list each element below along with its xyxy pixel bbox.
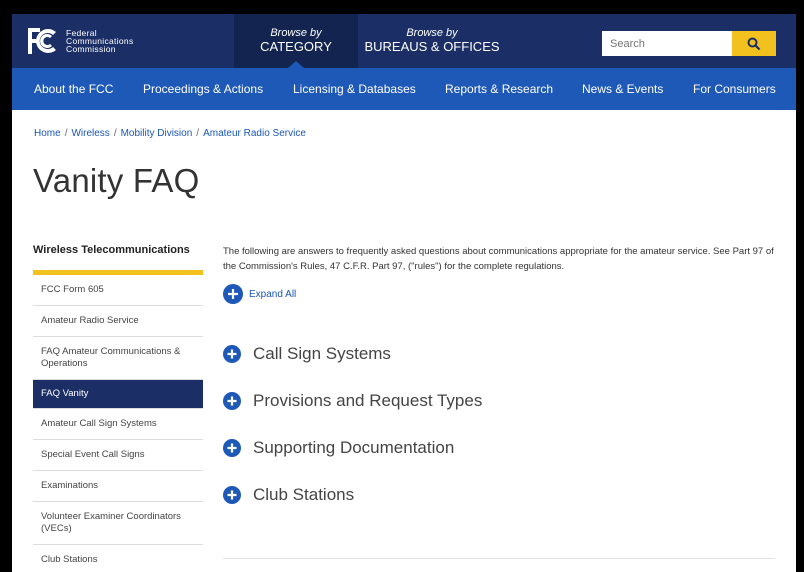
accordion-provisions[interactable]: Provisions and Request Types	[223, 391, 482, 411]
accordion-club-stations[interactable]: Club Stations	[223, 485, 354, 505]
breadcrumb-home[interactable]: Home	[34, 128, 61, 139]
nav-about[interactable]: About the FCC	[34, 82, 113, 96]
browse-category-prefix: Browse by	[270, 27, 322, 39]
search-input[interactable]	[602, 31, 732, 56]
sidebar-item-club-stations[interactable]: Club Stations	[33, 545, 203, 572]
main-nav: About the FCC Proceedings & Actions Lice…	[12, 68, 796, 110]
expand-all-icon	[223, 284, 243, 304]
sidebar-heading[interactable]: Wireless Telecommunications	[33, 238, 203, 275]
sidebar-item-amateur-radio[interactable]: Amateur Radio Service	[33, 306, 203, 337]
nav-consumers[interactable]: For Consumers	[693, 82, 776, 96]
breadcrumb-amateur-radio[interactable]: Amateur Radio Service	[203, 128, 306, 139]
search-icon	[747, 37, 761, 50]
agency-name: Federal Communications Commission	[66, 29, 134, 54]
accordion-title: Club Stations	[253, 485, 355, 504]
page: Federal Communications Commission Browse…	[12, 14, 796, 572]
sidebar-item-faq-amateur[interactable]: FAQ Amateur Communications & Operations	[33, 337, 203, 380]
breadcrumb-wireless[interactable]: Wireless	[71, 128, 109, 139]
nav-news[interactable]: News & Events	[582, 82, 663, 96]
browse-by-bureaus[interactable]: Browse by BUREAUS & OFFICES	[358, 14, 506, 68]
accordion-title: Call Sign Systems	[253, 344, 391, 363]
sidebar-item-form-605[interactable]: FCC Form 605	[33, 275, 203, 306]
main-content: The following are answers to frequently …	[223, 244, 778, 504]
plus-circle-icon	[223, 439, 241, 457]
accordion-title: Provisions and Request Types	[253, 391, 483, 410]
sidebar: Wireless Telecommunications FCC Form 605…	[33, 238, 203, 572]
breadcrumb-mobility[interactable]: Mobility Division	[121, 128, 193, 139]
page-title: Vanity FAQ	[33, 162, 200, 199]
browse-bureaus-label: BUREAUS & OFFICES	[364, 39, 500, 54]
plus-circle-icon	[223, 392, 241, 410]
site-header: Federal Communications Commission Browse…	[12, 14, 796, 68]
plus-circle-icon	[223, 486, 241, 504]
nav-reports[interactable]: Reports & Research	[445, 82, 553, 96]
intro-text: The following are answers to frequently …	[223, 246, 774, 272]
sidebar-item-call-sign-systems[interactable]: Amateur Call Sign Systems	[33, 409, 203, 440]
accordion-call-sign-systems[interactable]: Call Sign Systems	[223, 344, 391, 364]
expand-all-label: Expand All	[249, 288, 297, 300]
browse-bureaus-prefix: Browse by	[406, 27, 458, 39]
fcc-logo-mark	[24, 24, 60, 58]
nav-licensing[interactable]: Licensing & Databases	[293, 82, 416, 96]
sidebar-item-examinations[interactable]: Examinations	[33, 471, 203, 502]
nav-proceedings[interactable]: Proceedings & Actions	[143, 82, 263, 96]
divider	[223, 558, 775, 559]
plus-circle-icon	[223, 345, 241, 363]
browse-by-category[interactable]: Browse by CATEGORY	[234, 14, 358, 68]
sidebar-item-vecs[interactable]: Volunteer Examiner Coordinators (VECs)	[33, 502, 203, 545]
browse-category-label: CATEGORY	[260, 39, 332, 54]
sidebar-item-special-event[interactable]: Special Event Call Signs	[33, 440, 203, 471]
breadcrumb: Home / Wireless / Mobility Division / Amateur …	[34, 128, 306, 139]
agency-name-line: Commission	[66, 44, 116, 54]
accordion-title: Supporting Documentation	[253, 438, 455, 457]
search-box	[602, 31, 776, 56]
search-button[interactable]	[732, 31, 776, 56]
fcc-logo[interactable]: Federal Communications Commission	[24, 24, 154, 58]
expand-all-button[interactable]: Expand All	[223, 284, 778, 304]
accordion-supporting-documentation[interactable]: Supporting Documentation	[223, 438, 454, 458]
sidebar-item-faq-vanity[interactable]: FAQ Vanity	[33, 380, 203, 409]
